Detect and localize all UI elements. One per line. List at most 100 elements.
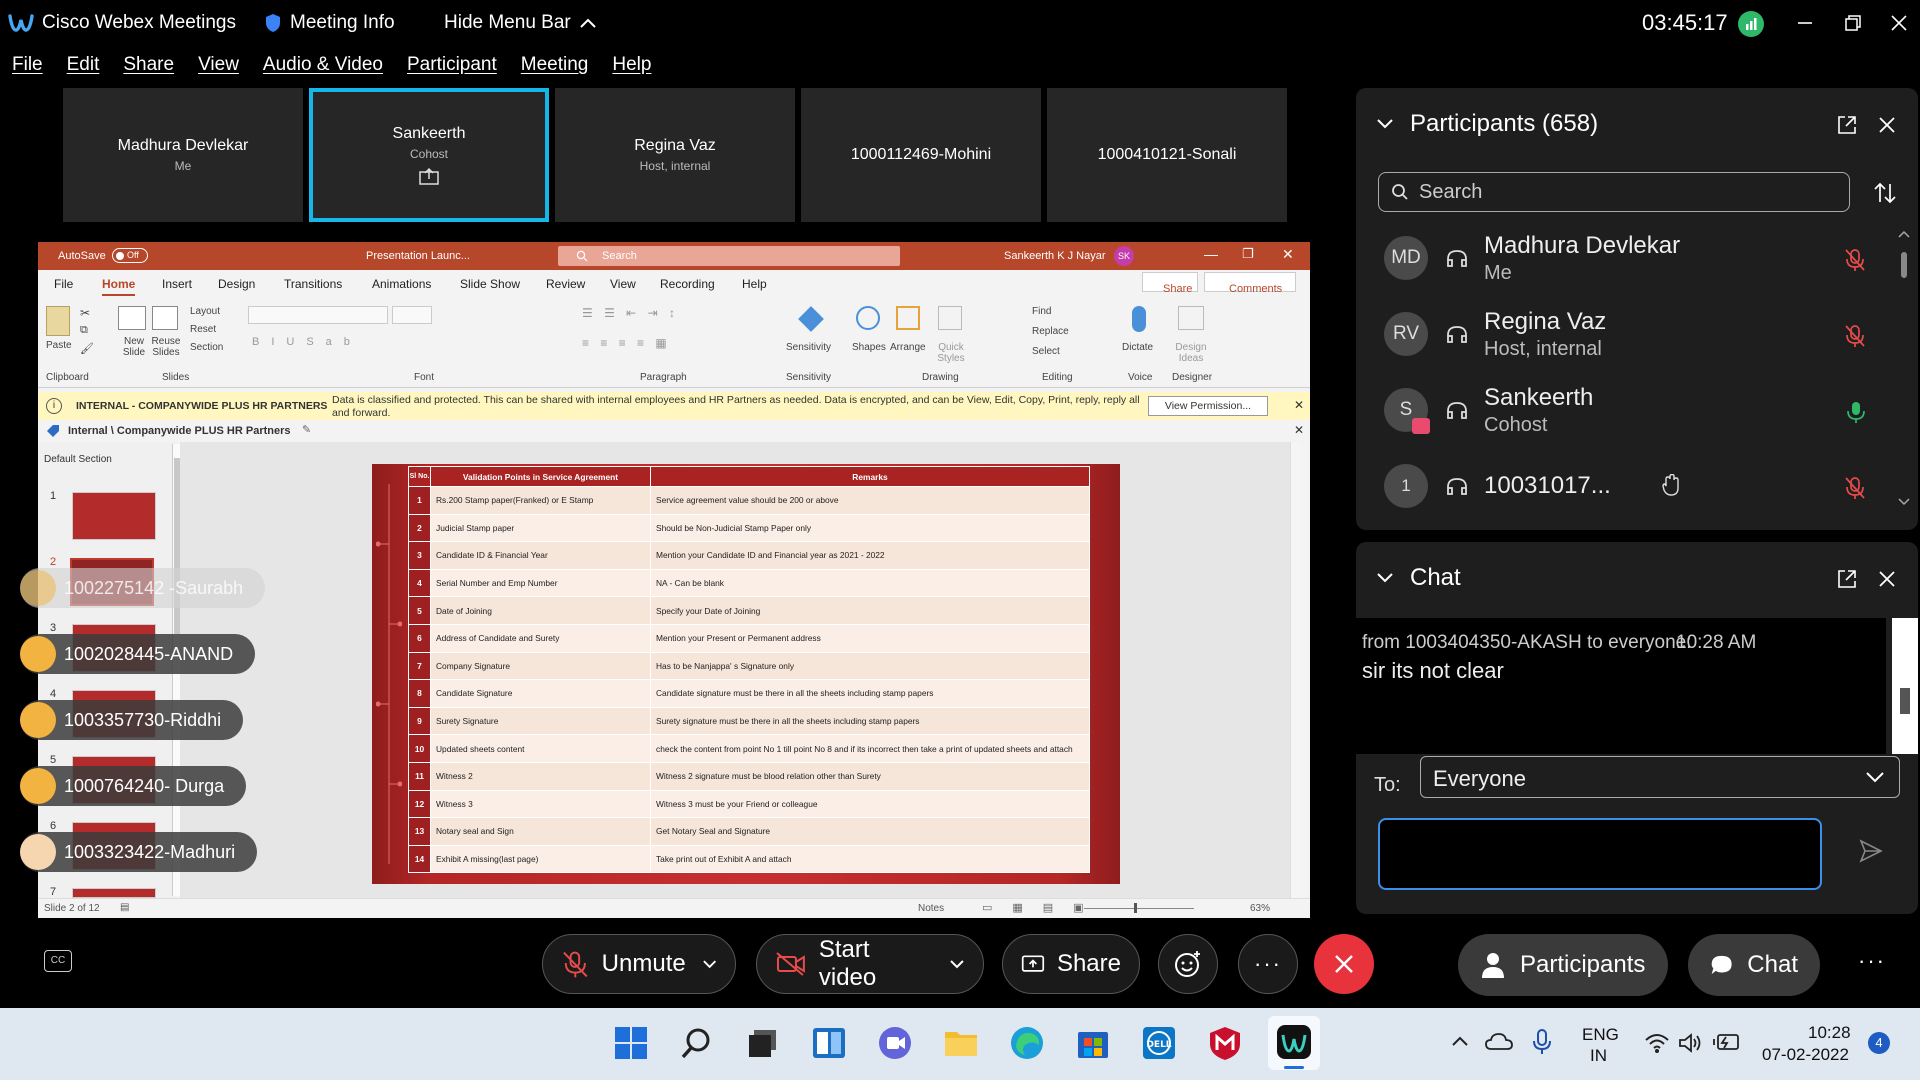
participant-search-input[interactable]: Search [1378, 172, 1850, 212]
language-indicator-top[interactable]: ENG [1582, 1025, 1619, 1045]
mic-muted-icon[interactable] [1844, 248, 1866, 272]
menu-participant[interactable]: Participant [407, 54, 497, 86]
cut-icon[interactable]: ✂ [80, 306, 90, 320]
layout-button[interactable]: Layout [190, 306, 220, 317]
popout-icon[interactable] [1836, 568, 1858, 590]
hide-menu-bar-button[interactable]: Hide Menu Bar [444, 12, 597, 34]
video-tile[interactable]: 1000410121-Sonali [1047, 88, 1287, 222]
select-button[interactable]: Select [1032, 346, 1060, 357]
paste-icon[interactable] [46, 306, 70, 336]
video-tile[interactable]: Regina Vaz Host, internal [555, 88, 795, 222]
share-button[interactable]: Share [1002, 934, 1140, 994]
design-ideas-icon[interactable] [1178, 306, 1204, 330]
participant-row[interactable]: 1 10031017... [1378, 454, 1868, 518]
notification-badge[interactable]: 4 [1868, 1032, 1890, 1054]
chevron-down-icon[interactable] [1376, 118, 1394, 130]
close-panel-icon[interactable] [1876, 568, 1898, 590]
participants-scrollbar[interactable] [1896, 228, 1912, 508]
task-view-icon[interactable] [744, 1024, 782, 1062]
label-close-icon[interactable]: ✕ [1294, 423, 1304, 437]
search-icon[interactable] [678, 1024, 716, 1062]
edge-browser-icon[interactable] [1008, 1024, 1046, 1062]
closed-captions-icon[interactable]: CC [44, 950, 72, 972]
section-label[interactable]: Default Section [44, 454, 112, 465]
copy-icon[interactable]: ⧉ [80, 324, 88, 337]
meeting-info-button[interactable]: Meeting Info [264, 12, 395, 34]
font-size-box[interactable] [392, 306, 432, 324]
sort-icon[interactable] [1872, 180, 1898, 206]
chevron-up-icon[interactable] [1450, 1034, 1470, 1048]
participants-toggle-button[interactable]: Participants [1458, 934, 1668, 996]
chat-toggle-button[interactable]: Chat [1688, 934, 1820, 996]
recipient-dropdown[interactable]: Everyone [1420, 756, 1900, 798]
ppt-tab-slide-show[interactable]: Slide Show [460, 277, 520, 291]
font-format-icons[interactable]: BIUSab [252, 336, 362, 348]
taskbar-time[interactable]: 10:28 [1808, 1023, 1851, 1043]
participant-row[interactable]: MD Madhura Devlekar Me [1378, 226, 1868, 290]
restore-icon[interactable] [1838, 8, 1868, 38]
ppt-restore-icon[interactable]: ❐ [1242, 246, 1254, 262]
ppt-tab-animations[interactable]: Animations [372, 277, 431, 291]
microphone-icon[interactable] [1532, 1028, 1552, 1056]
list-icons[interactable]: ☰ ☰ ⇤ ⇥ ↕ [582, 306, 679, 320]
reuse-slides-icon[interactable] [152, 306, 178, 330]
more-options-button[interactable]: ··· [1238, 934, 1298, 994]
mic-muted-icon[interactable] [1844, 476, 1866, 500]
section-button[interactable]: Section [190, 342, 223, 353]
ppt-tab-help[interactable]: Help [742, 277, 767, 291]
dell-icon[interactable]: DELL [1140, 1024, 1178, 1062]
reactions-button[interactable] [1158, 934, 1218, 994]
popout-icon[interactable] [1836, 114, 1858, 136]
battery-charging-icon[interactable] [1712, 1030, 1742, 1054]
align-icons[interactable]: ≡ ≡ ≡ ≡ ▦ [582, 336, 671, 350]
wifi-icon[interactable] [1644, 1032, 1670, 1054]
reset-button[interactable]: Reset [190, 324, 216, 335]
ppt-tab-insert[interactable]: Insert [162, 277, 192, 291]
ppt-user-avatar[interactable]: SK [1114, 246, 1134, 266]
participant-row[interactable]: S Sankeerth Cohost [1378, 378, 1868, 442]
menu-audio-video[interactable]: Audio & Video [263, 54, 383, 86]
dictate-mic-icon[interactable] [1132, 306, 1146, 332]
ppt-tab-transitions[interactable]: Transitions [284, 277, 342, 291]
ppt-share-button[interactable]: Share [1142, 272, 1198, 295]
participant-row[interactable]: RV Regina Vaz Host, internal [1378, 302, 1868, 366]
zoom-slider[interactable] [1084, 908, 1194, 909]
format-painter-icon[interactable]: 🖌 [80, 342, 94, 355]
video-tile[interactable]: 1000112469-Mohini [801, 88, 1041, 222]
send-icon[interactable] [1858, 838, 1884, 864]
menu-meeting[interactable]: Meeting [521, 54, 589, 86]
chat-scrollbar[interactable] [1892, 618, 1918, 754]
ppt-tab-review[interactable]: Review [546, 277, 585, 291]
ppt-tab-home[interactable]: Home [102, 277, 136, 296]
ppt-minimize-icon[interactable]: — [1204, 246, 1218, 262]
arrange-icon[interactable] [896, 306, 920, 330]
autosave-toggle[interactable]: Off [112, 248, 148, 263]
ppt-tab-view[interactable]: View [610, 277, 636, 291]
slide-scrollbar[interactable] [1290, 442, 1300, 898]
shapes-icon[interactable] [856, 306, 880, 330]
ppt-filename[interactable]: Presentation Launc... [366, 250, 470, 262]
network-status-icon[interactable] [1738, 11, 1764, 37]
menu-edit[interactable]: Edit [67, 54, 100, 86]
menu-view[interactable]: View [198, 54, 239, 86]
mic-muted-icon[interactable] [1844, 324, 1866, 348]
chevron-down-icon[interactable] [949, 959, 965, 969]
start-video-button[interactable]: Start video [756, 934, 984, 994]
chevron-down-icon[interactable] [1376, 572, 1394, 584]
video-tile[interactable]: Madhura Devlekar Me [63, 88, 303, 222]
minimize-icon[interactable] [1790, 8, 1820, 38]
onedrive-icon[interactable] [1484, 1030, 1514, 1052]
new-slide-icon[interactable] [118, 306, 146, 330]
video-tile-active[interactable]: Sankeerth Cohost [309, 88, 549, 222]
ppt-search-box[interactable]: Search [558, 246, 900, 266]
menu-share[interactable]: Share [123, 54, 174, 86]
taskbar-date[interactable]: 07-02-2022 [1762, 1045, 1849, 1065]
sensitivity-icon[interactable] [798, 306, 824, 332]
mic-active-icon[interactable] [1846, 400, 1866, 424]
webex-taskbar-button[interactable] [1268, 1016, 1320, 1070]
windows-start-icon[interactable] [612, 1024, 650, 1062]
close-window-icon[interactable] [1884, 8, 1914, 38]
edit-label-icon[interactable]: ✎ [302, 423, 311, 436]
language-indicator-bottom[interactable]: IN [1590, 1046, 1607, 1066]
zoom-slider-thumb[interactable] [1134, 903, 1137, 913]
